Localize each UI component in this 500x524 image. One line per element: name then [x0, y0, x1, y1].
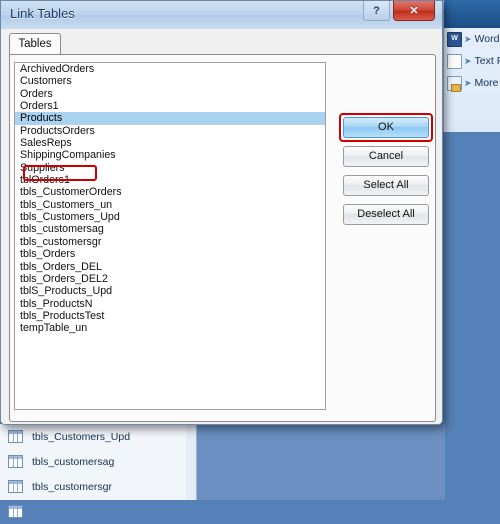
word-icon: W: [447, 31, 462, 47]
table-list-item[interactable]: tbls_Orders: [15, 248, 325, 260]
dialog-client-area: Tables ArchivedOrders Customers Orders Orde…: [1, 29, 442, 424]
export-more-label: More: [474, 77, 499, 89]
table-list-item[interactable]: tbls_Orders_DEL: [15, 261, 325, 273]
list-item[interactable]: tbls_customersag: [0, 449, 186, 474]
list-item-label: tbls_customersgr: [32, 480, 112, 493]
dialog-titlebar[interactable]: Link Tables ? ✕: [1, 1, 442, 30]
export-more-button[interactable]: ➤ More ▾: [444, 72, 500, 94]
export-textfile-button[interactable]: ➤ Text File: [444, 50, 500, 72]
table-icon: [8, 455, 23, 468]
export-word-button[interactable]: W ➤ Word: [444, 28, 500, 50]
table-icon: [8, 480, 23, 493]
table-list-item[interactable]: Orders1: [15, 100, 325, 112]
table-list-item[interactable]: tbls_Customers_un: [15, 199, 325, 211]
table-list-item[interactable]: tempTable_un: [15, 322, 325, 334]
tab-panel-tables: ArchivedOrders Customers Orders Orders1 Prod…: [9, 54, 436, 422]
select-all-button[interactable]: Select All: [343, 175, 429, 196]
table-list-item[interactable]: tbls_Customers_Upd: [15, 211, 325, 223]
table-list-item[interactable]: Customers: [15, 75, 325, 87]
navigation-pane-scrollbar[interactable]: [186, 424, 197, 500]
window-titlebar-sliver: [444, 0, 500, 28]
table-list-item[interactable]: tbls_ProductsN: [15, 298, 325, 310]
table-icon: [8, 505, 23, 518]
text-file-icon: [447, 53, 462, 69]
table-list-item[interactable]: tblS_Products_Upd: [15, 285, 325, 297]
list-item-label: tbls_Customers_Upd: [32, 430, 131, 443]
tab-tables[interactable]: Tables: [9, 33, 61, 55]
table-list-item[interactable]: Products: [15, 112, 325, 125]
table-list-item[interactable]: tbls_customersgr: [15, 236, 325, 248]
table-list[interactable]: ArchivedOrders Customers Orders Orders1 Prod…: [14, 62, 326, 410]
tabstrip: Tables: [9, 33, 434, 55]
table-list-item[interactable]: tbls_CustomerOrders: [15, 186, 325, 198]
table-list-item[interactable]: Orders: [15, 88, 325, 100]
table-list-item[interactable]: ArchivedOrders: [15, 63, 325, 75]
cancel-button[interactable]: Cancel: [343, 146, 429, 167]
list-item[interactable]: tbls_customersgr: [0, 474, 186, 499]
list-item-label: tbls_customersag: [32, 455, 115, 468]
arrow-icon: ➤: [464, 55, 472, 66]
table-list-item[interactable]: Suppliers: [15, 162, 325, 174]
export-textfile-label: Text File: [474, 55, 500, 67]
close-icon[interactable]: ✕: [393, 1, 435, 21]
table-list-item[interactable]: ShippingCompanies: [15, 149, 325, 161]
table-list-item[interactable]: tblOrders1: [15, 174, 325, 186]
link-tables-dialog: Link Tables ? ✕ Tables ArchivedOrders Cus…: [0, 0, 443, 425]
deselect-all-button[interactable]: Deselect All: [343, 204, 429, 225]
ribbon-export-group: W ➤ Word ➤ Text File ➤ More ▾: [443, 0, 500, 132]
table-list-item[interactable]: tbls_Orders_DEL2: [15, 273, 325, 285]
table-list-item[interactable]: ProductsOrders: [15, 125, 325, 137]
arrow-icon: ➤: [464, 33, 472, 44]
export-word-label: Word: [474, 33, 500, 45]
document-area: [197, 424, 445, 500]
help-button[interactable]: ?: [363, 1, 390, 21]
dialog-title: Link Tables: [10, 6, 75, 21]
arrow-icon: ➤: [464, 77, 472, 88]
navigation-pane[interactable]: tbls_Customers_Upd tbls_customersag tbls…: [0, 424, 187, 518]
list-item[interactable]: [0, 499, 186, 524]
ok-button[interactable]: OK: [343, 117, 429, 138]
table-list-item[interactable]: tbls_ProductsTest: [15, 310, 325, 322]
table-list-item[interactable]: SalesReps: [15, 137, 325, 149]
list-item[interactable]: tbls_Customers_Upd: [0, 424, 186, 449]
table-list-item[interactable]: tbls_customersag: [15, 223, 325, 235]
more-export-icon: [447, 75, 462, 92]
table-icon: [8, 430, 23, 443]
